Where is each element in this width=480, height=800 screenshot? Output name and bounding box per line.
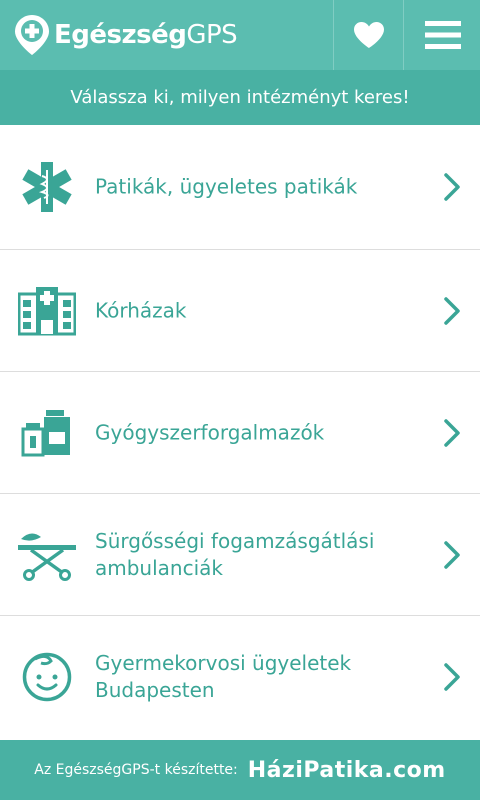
chevron-right-icon [444,173,460,201]
app-footer: Az EgészségGPS-t készítette: HáziPatika.… [0,740,480,800]
map-pin-plus-icon [15,15,49,55]
menu-button[interactable] [403,0,480,70]
hamburger-menu-icon [424,21,461,49]
app-title-light: GPS [186,20,238,50]
chevron-right-icon [444,663,460,691]
chevron-right-icon [444,418,460,447]
list-item-hospitals[interactable]: Kórházak [0,250,480,372]
list-item-pediatric-duty[interactable]: Gyermekorvosi ügyeletek Budapesten [0,616,480,738]
list-item-distributors[interactable]: Gyógyszerforgalmazók [0,372,480,494]
app-title-bold: Egészség [54,20,187,50]
footer-brand-link[interactable]: HáziPatika.com [248,758,446,783]
app-title: EgészségGPS [54,13,238,57]
app-header: EgészségGPS [0,0,480,70]
list-item-emergency-contraception[interactable]: Sürgősségi fogamzásgátlási ambulanciák [0,494,480,616]
list-item-label: Gyermekorvosi ügyeletek Budapesten [95,651,352,702]
list-item-label: Patikák, ügyeletes patikák [95,174,358,199]
stretcher-icon [17,525,77,585]
heart-icon [354,22,384,48]
list-item-label: Kórházak [95,298,187,322]
footer-credit: Az EgészségGPS-t készítette: [34,762,238,778]
category-list: Patikák, ügyeletes patikák Kórházak Gyóg… [0,125,480,738]
chevron-right-icon [444,296,460,325]
star-of-life-icon [17,157,77,217]
list-item-label: Sürgősségi fogamzásgátlási ambulanciák [95,528,375,580]
hospital-building-icon [17,281,77,341]
instruction-text: Válassza ki, milyen intézményt keres! [70,87,410,108]
favorites-button[interactable] [333,0,404,70]
list-item-label: Gyógyszerforgalmazók [95,420,325,444]
instruction-bar: Válassza ki, milyen intézményt keres! [0,70,480,125]
chevron-right-icon [444,540,460,569]
list-item-pharmacies[interactable]: Patikák, ügyeletes patikák [0,125,480,250]
medicine-bottles-icon [17,403,77,463]
baby-face-icon [17,647,77,707]
app-logo[interactable]: EgészségGPS [14,13,238,57]
